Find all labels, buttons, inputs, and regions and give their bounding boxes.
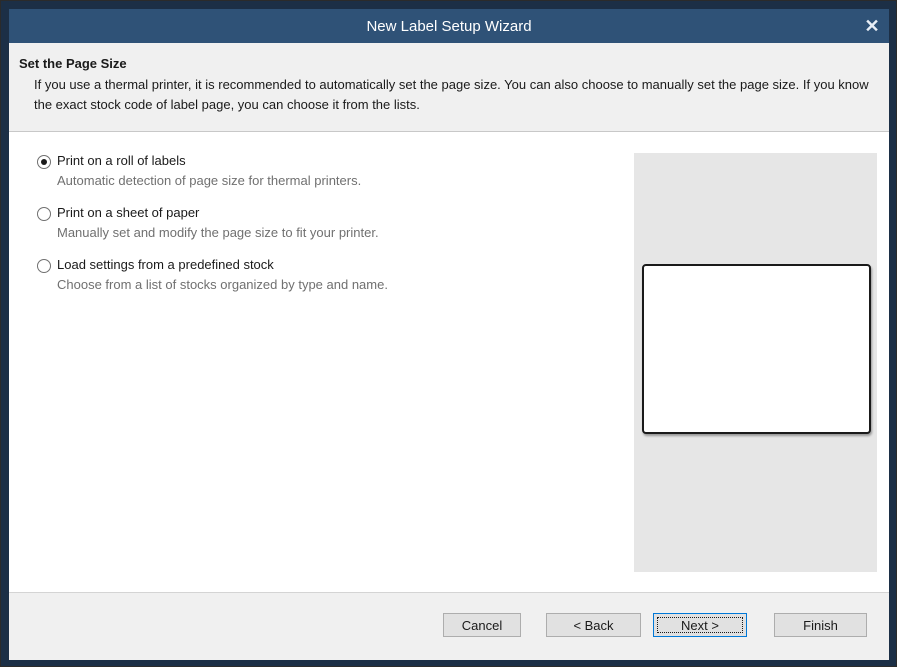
- back-button[interactable]: < Back: [546, 613, 641, 637]
- cancel-button[interactable]: Cancel: [443, 613, 521, 637]
- wizard-header: Set the Page Size If you use a thermal p…: [9, 43, 889, 132]
- option-roll-of-labels[interactable]: Print on a roll of labels Automatic dete…: [37, 153, 617, 205]
- option-sheet-of-paper[interactable]: Print on a sheet of paper Manually set a…: [37, 205, 617, 257]
- option-description: Choose from a list of stocks organized b…: [57, 277, 388, 292]
- page-description: If you use a thermal printer, it is reco…: [34, 77, 869, 112]
- option-label[interactable]: Load settings from a predefined stock: [57, 257, 274, 272]
- option-description: Manually set and modify the page size to…: [57, 225, 379, 240]
- wizard-footer: Cancel < Back Next > Finish: [9, 592, 889, 660]
- option-label[interactable]: Print on a roll of labels: [57, 153, 186, 168]
- label-preview-shape: [642, 264, 871, 434]
- finish-button[interactable]: Finish: [774, 613, 867, 637]
- window-title: New Label Setup Wizard: [366, 17, 532, 35]
- option-predefined-stock[interactable]: Load settings from a predefined stock Ch…: [37, 257, 617, 309]
- wizard-window: New Label Setup Wizard ✕ Set the Page Si…: [0, 0, 897, 667]
- radio-predefined-stock[interactable]: [37, 259, 51, 273]
- option-label[interactable]: Print on a sheet of paper: [57, 205, 199, 220]
- label-preview-panel: [634, 153, 877, 572]
- option-description: Automatic detection of page size for the…: [57, 173, 362, 188]
- radio-sheet-of-paper[interactable]: [37, 207, 51, 221]
- next-button-label: Next >: [681, 617, 719, 633]
- wizard-body: Set the Page Size If you use a thermal p…: [9, 43, 889, 660]
- close-icon[interactable]: ✕: [861, 15, 883, 37]
- next-button[interactable]: Next >: [653, 613, 747, 637]
- radio-roll-of-labels[interactable]: [37, 155, 51, 169]
- title-bar[interactable]: New Label Setup Wizard ✕: [9, 9, 889, 43]
- page-title: Set the Page Size: [19, 56, 127, 71]
- page-size-options: Print on a roll of labels Automatic dete…: [37, 153, 617, 309]
